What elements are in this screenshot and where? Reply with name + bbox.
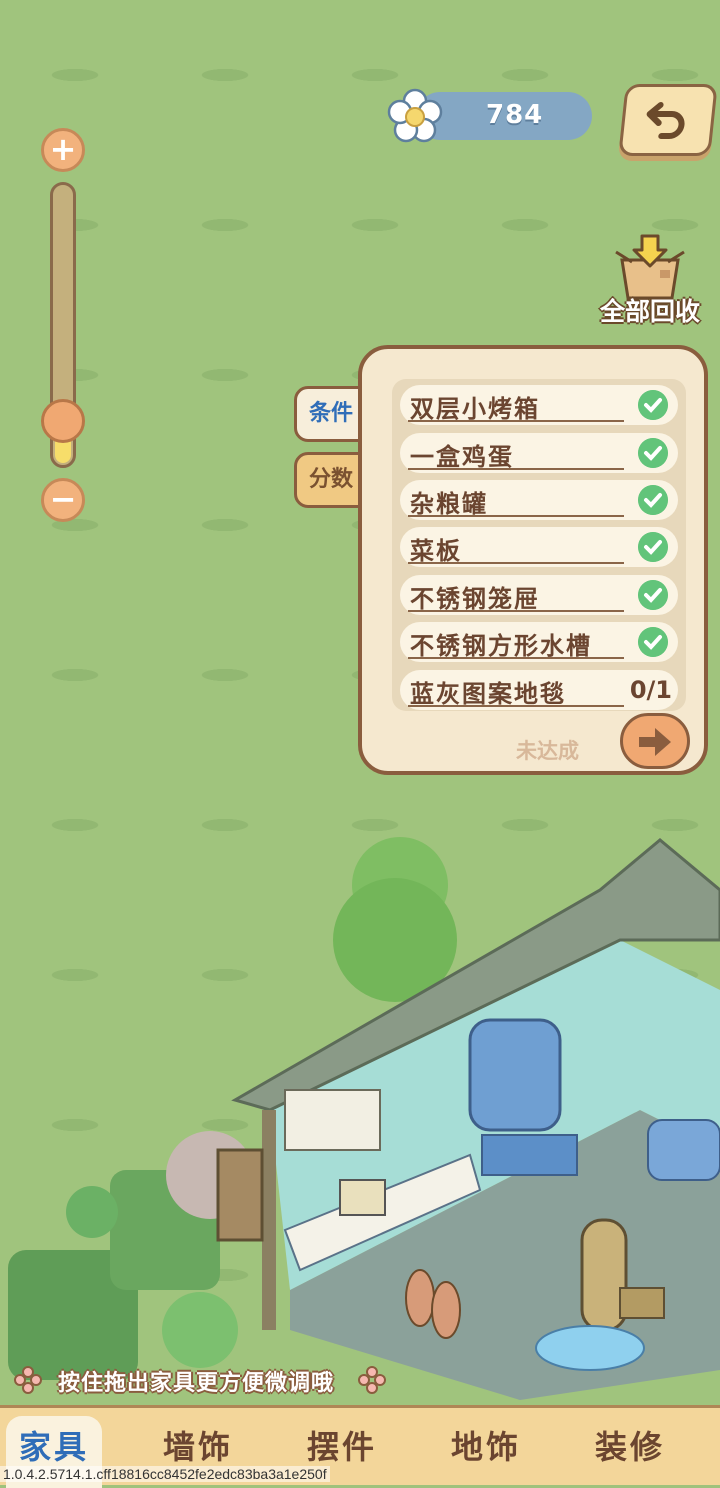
hint-text: 按住拖出家具更方便微调哦 xyxy=(58,1371,335,1396)
tab-floor-decor[interactable]: 地饰 xyxy=(426,1422,546,1468)
condition-item: 一盒鸡蛋 xyxy=(400,433,678,473)
fish-decor xyxy=(431,1281,461,1339)
zoom-out-button[interactable]: − xyxy=(41,478,85,522)
condition-name: 菜板 xyxy=(410,537,462,565)
condition-name: 杂粮罐 xyxy=(410,490,488,518)
flower-decor-icon xyxy=(358,1366,386,1394)
tab-renovation[interactable]: 装修 xyxy=(570,1422,690,1468)
underline xyxy=(408,468,624,470)
condition-name: 蓝灰图案地毯 xyxy=(410,680,566,708)
pillar xyxy=(262,1110,276,1330)
condition-item: 不锈钢方形水槽 xyxy=(400,622,678,662)
zoom-in-button[interactable]: + xyxy=(41,128,85,172)
wall-cabinet xyxy=(284,1089,381,1151)
condition-item: 杂粮罐 xyxy=(400,480,678,520)
door xyxy=(216,1148,264,1242)
undo-arrow-icon xyxy=(646,102,685,139)
recycle-all-label: 全部回收 xyxy=(599,297,700,326)
condition-name: 双层小烤箱 xyxy=(410,395,540,423)
condition-name: 一盒鸡蛋 xyxy=(410,443,514,471)
tab-conditions[interactable]: 条件 xyxy=(294,386,368,442)
vanity-mirror xyxy=(468,1018,562,1132)
recycle-all-button[interactable]: 全部回收 xyxy=(592,232,708,328)
cat-topiary xyxy=(162,1292,238,1368)
hint-banner: 按住拖出家具更方便微调哦 xyxy=(14,1362,414,1398)
room-scene[interactable] xyxy=(0,810,720,1410)
version-text: 1.0.4.2.5714.1.cff18816cc8452fe2edc83ba3… xyxy=(0,1466,330,1482)
fish-decor xyxy=(405,1269,435,1327)
arrow-right-icon xyxy=(639,728,671,756)
vanity-desk xyxy=(481,1134,578,1176)
sofa xyxy=(647,1119,720,1181)
currency-value: 784 xyxy=(486,100,544,130)
condition-name: 不锈钢方形水槽 xyxy=(410,632,592,660)
condition-item: 蓝灰图案地毯 0/1 xyxy=(400,670,678,710)
bear-topiary xyxy=(66,1186,118,1238)
condition-name: 不锈钢笼屉 xyxy=(410,585,540,613)
conditions-panel: 双层小烤箱 一盒鸡蛋 杂粮罐 菜板 不锈钢笼屉 不锈钢方形水槽 蓝灰图案地毯 0… xyxy=(358,345,708,775)
underline xyxy=(408,515,624,517)
rug xyxy=(535,1325,645,1371)
flower-decor-icon xyxy=(14,1366,42,1394)
check-icon xyxy=(638,390,668,420)
condition-item: 双层小烤箱 xyxy=(400,385,678,425)
status-text: 未达成 xyxy=(516,739,579,763)
zoom-slider-handle[interactable] xyxy=(41,399,85,443)
tab-ornaments[interactable]: 摆件 xyxy=(282,1422,402,1468)
flower-icon xyxy=(387,88,443,143)
check-icon xyxy=(638,485,668,515)
tab-furniture[interactable]: 家具 xyxy=(0,1422,114,1468)
oven xyxy=(339,1179,386,1216)
underline xyxy=(408,420,624,422)
condition-item: 菜板 xyxy=(400,527,678,567)
next-button[interactable] xyxy=(620,713,690,769)
underline xyxy=(408,610,624,612)
underline xyxy=(408,657,624,659)
tab-wall-decor[interactable]: 墙饰 xyxy=(138,1422,258,1468)
check-icon xyxy=(638,627,668,657)
check-icon xyxy=(638,580,668,610)
underline xyxy=(408,562,624,564)
currency-counter: 784 xyxy=(386,88,592,144)
condition-item: 不锈钢笼屉 xyxy=(400,575,678,615)
tab-score[interactable]: 分数 xyxy=(294,452,368,508)
back-button[interactable] xyxy=(618,84,718,156)
check-icon xyxy=(638,438,668,468)
condition-progress: 0/1 xyxy=(629,676,672,704)
check-icon xyxy=(638,532,668,562)
side-table xyxy=(619,1287,665,1319)
underline xyxy=(408,705,624,707)
